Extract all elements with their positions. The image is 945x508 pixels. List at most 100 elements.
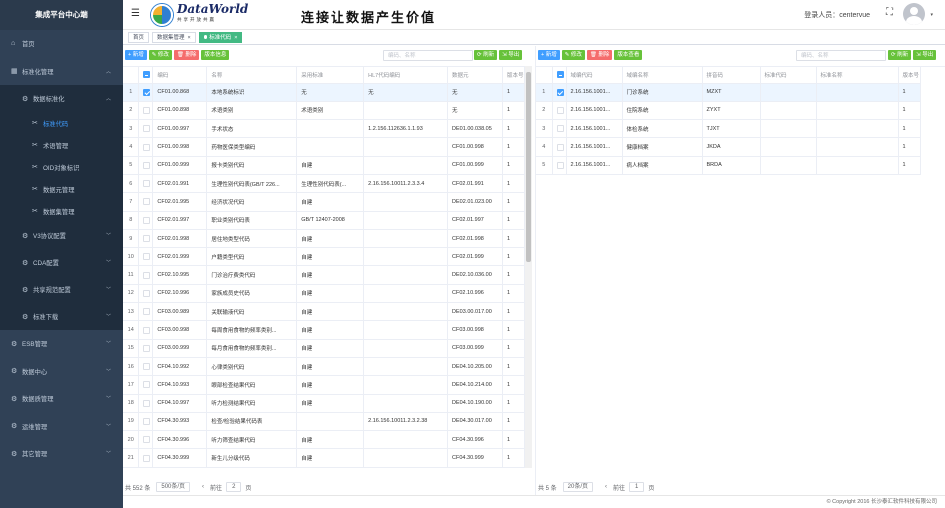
table-row[interactable]: 8 CF02.01.997 职业类别代码表 GB/T 12407-2008 CF02.0… (123, 211, 525, 230)
table-row[interactable]: 1 CF01.00.868 本地系统标识无无无 1 (123, 83, 525, 102)
edit-button[interactable]: ✎ 修改 (148, 50, 172, 60)
table-row[interactable]: 15 CF03.00.999 每月食用食物的频率类别... 自建 CF03.00.999… (123, 339, 525, 358)
sidebar-item-term-management[interactable]: ✂ 术语管理 (0, 134, 123, 156)
page-input[interactable]: 1 (629, 482, 645, 492)
checkbox-icon[interactable] (143, 235, 151, 243)
row-checkbox[interactable] (552, 83, 567, 102)
sidebar-item-data-center[interactable]: ⚙ 数据中心 ﹀ (0, 358, 123, 386)
row-checkbox[interactable] (138, 211, 154, 230)
checkbox-icon[interactable] (556, 71, 564, 79)
sidebar-item-standard-code[interactable]: ✂ 标准代码 (0, 112, 123, 134)
checkbox-icon[interactable] (143, 143, 151, 151)
table-row[interactable]: 5 2.16.156.1001... 病人档案 BRDA 1 (536, 156, 921, 175)
table-row[interactable]: 19 CF04.30.993 检查/检验结果代码表 2.16.156.10011.2.… (123, 412, 525, 432)
prev-page-button[interactable]: ‹ (605, 484, 607, 490)
version-view-button[interactable]: 版本查看 (614, 50, 643, 60)
row-checkbox[interactable] (138, 137, 154, 157)
checkbox-icon[interactable] (556, 143, 564, 151)
refresh-button[interactable]: ⟳ 刷新 (474, 50, 498, 60)
checkbox-icon[interactable] (143, 399, 151, 407)
sidebar-item-esb[interactable]: ⚙ ESB管理 ﹀ (0, 330, 123, 358)
checkbox-icon[interactable] (556, 161, 564, 169)
table-row[interactable]: 4 2.16.156.1001... 健康档案 JKDA 1 (536, 137, 921, 157)
edit-button[interactable]: ✎ 修改 (561, 50, 585, 60)
sidebar-item-standard-management[interactable]: ▦ 标准化管理 ︿ (0, 58, 123, 86)
table-row[interactable]: 18 CF04.10.997 听力检测结果代码 自建 DE04.10.190.00 1 (123, 394, 525, 413)
row-checkbox[interactable] (138, 229, 154, 249)
page-size-select[interactable]: 500条/页 (156, 482, 191, 492)
table-row[interactable]: 5 CF01.00.999 报卡类别代码 自建 CF01.00.999 1 (123, 156, 525, 175)
table-row[interactable]: 2 CF01.00.898 术语类别 术语类别无 1 (123, 101, 525, 121)
sidebar-item-dataset[interactable]: ✂ 数据集管理 (0, 200, 123, 222)
table-row[interactable]: 9 CF02.01.998 居住地类型代码 自建 CF02.01.998 1 (123, 229, 525, 249)
row-checkbox[interactable] (552, 156, 567, 175)
checkbox-icon[interactable] (143, 454, 151, 462)
hamburger-icon[interactable]: ☰ (131, 8, 140, 19)
close-icon[interactable]: × (188, 35, 191, 41)
checkbox-icon[interactable] (143, 161, 151, 169)
checkbox-icon[interactable] (143, 271, 151, 279)
delete-button[interactable]: 🗑 删除 (173, 50, 200, 60)
checkbox-icon[interactable] (143, 71, 151, 79)
row-checkbox[interactable] (138, 430, 154, 450)
page-size-select[interactable]: 20条/页 (562, 482, 594, 492)
row-checkbox[interactable] (138, 83, 154, 102)
fullscreen-icon[interactable]: ⛶ (886, 7, 893, 18)
sidebar-item-cda-config[interactable]: ⚙ CDA配置 ﹀ (0, 249, 123, 276)
sidebar-item-standard-download[interactable]: ⚙ 标准下载 ﹀ (0, 303, 123, 330)
table-row[interactable]: 12 CF02.10.996 家族成员史代码 自建 CF02.10.996 1 (123, 284, 525, 304)
sidebar-item-ops[interactable]: ⚙ 运维管理 ﹀ (0, 413, 123, 441)
table-row[interactable]: 6 CF02.01.991 生理性别代码表(GB/T 226... 生理性别代码表(.… (123, 174, 525, 194)
checkbox-icon[interactable] (556, 125, 564, 133)
row-checkbox[interactable] (138, 265, 154, 285)
sidebar-item-data-element[interactable]: ✂ 数据元管理 (0, 178, 123, 200)
row-checkbox[interactable] (138, 339, 154, 358)
right-search-input[interactable]: 编码、名称 (796, 50, 886, 61)
checkbox-icon[interactable] (143, 253, 151, 261)
row-checkbox[interactable] (552, 101, 567, 121)
export-button[interactable]: ⇲ 导出 (499, 50, 523, 60)
checkbox-icon[interactable] (143, 180, 151, 188)
table-row[interactable]: 3 2.16.156.1001... 体检系统 TJXT 1 (536, 119, 921, 139)
checkbox-icon[interactable] (143, 125, 151, 133)
caret-down-icon[interactable]: ▾ (930, 12, 933, 18)
table-row[interactable]: 21 CF04.30.999 新生儿分级代码 自建 CF04.30.999 1 (123, 448, 525, 468)
checkbox-icon[interactable] (143, 436, 151, 444)
sidebar-item-v3-config[interactable]: ⚙ V3协议配置 ﹀ (0, 222, 123, 249)
row-checkbox[interactable] (552, 137, 567, 157)
checkbox-icon[interactable] (143, 381, 151, 389)
row-checkbox[interactable] (138, 284, 154, 304)
row-checkbox[interactable] (138, 357, 154, 377)
page-input[interactable]: 2 (226, 482, 242, 492)
close-icon[interactable]: × (234, 35, 237, 41)
table-row[interactable]: 3 CF01.00.997 手术状态 1.2.156.112636.1.1.93 DE0… (123, 119, 525, 139)
avatar[interactable] (903, 3, 925, 25)
table-row[interactable]: 16 CF04.10.992 心律类别代码 自建 DE04.10.205.00 1 (123, 357, 525, 377)
table-row[interactable]: 14 CF03.00.998 每周食用食物的频率类别... 自建 CF03.00.998… (123, 320, 525, 340)
checkbox-icon[interactable] (556, 106, 564, 114)
prev-page-button[interactable]: ‹ (202, 484, 204, 490)
table-row[interactable]: 20 CF04.30.996 听力筛查结果代码 自建 CF04.30.996 1 (123, 430, 525, 450)
sidebar-item-data-quality[interactable]: ⚙ 数据质管理 ﹀ (0, 385, 123, 413)
table-row[interactable]: 11 CF02.10.995 门诊治疗费类代码 自建 DE02.10.036.00 1 (123, 265, 525, 285)
sidebar-item-home[interactable]: ⌂ 首页 (0, 30, 123, 58)
row-checkbox[interactable] (138, 302, 154, 322)
table-row[interactable]: 13 CF03.00.989 关联输液代码 自建 DE03.00.017.00 1 (123, 302, 525, 322)
select-all-checkbox[interactable] (552, 67, 567, 84)
row-checkbox[interactable] (138, 448, 154, 468)
checkbox-icon[interactable] (143, 417, 151, 425)
table-row[interactable]: 10 CF02.01.999 户籍类型代码 自建 CF02.01.999 1 (123, 247, 525, 267)
sidebar-item-data-standardization[interactable]: ⚙ 数据标准化 ︿ (0, 85, 123, 112)
table-row[interactable]: 17 CF04.10.993 眼部检查结果代码 自建 DE04.10.214.00 1 (123, 375, 525, 395)
sidebar-item-other[interactable]: ⚙ 其它管理 ﹀ (0, 440, 123, 468)
row-checkbox[interactable] (138, 101, 154, 121)
row-checkbox[interactable] (138, 320, 154, 340)
checkbox-icon[interactable] (143, 344, 151, 352)
row-checkbox[interactable] (138, 247, 154, 267)
version-info-button[interactable]: 版本信息 (201, 50, 230, 60)
sidebar-item-oid[interactable]: ✂ OID对象标识 (0, 156, 123, 178)
tag-standard-code[interactable]: 标准代码 × (198, 31, 243, 43)
table-row[interactable]: 4 CF01.00.998 药物医保类型编码 CF01.00.998 1 (123, 137, 525, 157)
checkbox-icon[interactable] (143, 216, 151, 224)
row-checkbox[interactable] (138, 375, 154, 395)
